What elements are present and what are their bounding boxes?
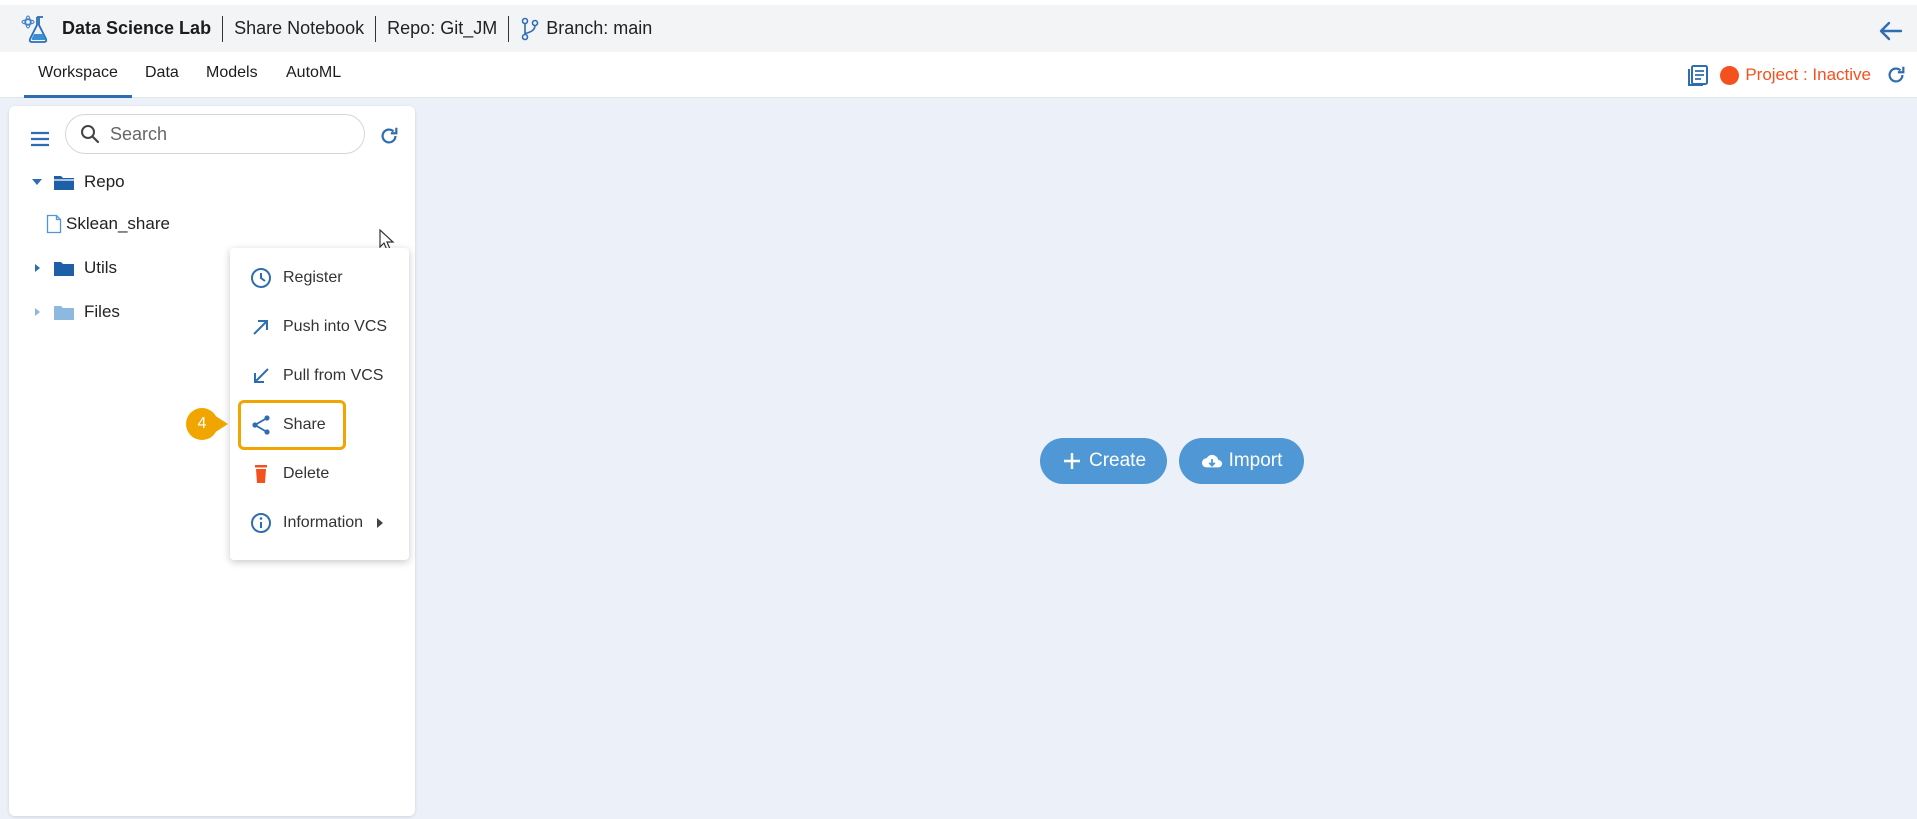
- menu-item-label: Push into VCS: [283, 318, 388, 335]
- arrow-down-left-icon: [254, 368, 269, 383]
- menu-item-label: Information: [283, 514, 364, 531]
- nav-bar: Workspace Data Models AutoML Project : I…: [0, 52, 1917, 98]
- folder-open-icon: [54, 176, 74, 190]
- tree-folder-utils[interactable]: Utils: [31, 253, 117, 283]
- notebook-name: Share Notebook: [234, 18, 365, 38]
- tree-folder-repo[interactable]: Repo: [31, 167, 125, 197]
- git-branch-icon: [521, 17, 539, 40]
- branch-name: Branch: main: [546, 18, 653, 38]
- tree-label: Files: [84, 302, 120, 321]
- menu-item-label: Delete: [283, 465, 330, 482]
- menu-item-push-vcs[interactable]: Push into VCS: [250, 312, 387, 342]
- back-arrow-icon[interactable]: [1877, 17, 1905, 45]
- share-highlight-box: [238, 400, 346, 450]
- step-badge: 4: [186, 408, 218, 440]
- create-label: Create: [1088, 450, 1147, 471]
- import-label: Import: [1228, 450, 1283, 471]
- menu-item-information[interactable]: Information: [250, 508, 385, 538]
- cloud-download-icon: [1201, 454, 1222, 468]
- menu-item-register[interactable]: Register: [250, 263, 343, 293]
- refresh-icon[interactable]: [1885, 64, 1907, 86]
- tree-folder-files[interactable]: Files: [31, 297, 120, 327]
- folder-icon: [54, 262, 74, 276]
- project-controls: Project : Inactive: [1686, 62, 1907, 88]
- caret-right-icon[interactable]: [31, 262, 43, 274]
- top-bar: Data Science Lab Share Notebook Repo: Gi…: [0, 0, 1917, 52]
- import-button[interactable]: Import: [1179, 438, 1304, 484]
- create-button[interactable]: Create: [1040, 438, 1167, 484]
- menu-item-label: Pull from VCS: [283, 367, 384, 384]
- project-status-text: Project : Inactive: [1745, 65, 1871, 84]
- info-icon: [251, 513, 271, 533]
- flask-logo-icon: [21, 15, 48, 43]
- arrow-up-right-icon: [253, 320, 268, 335]
- caret-right-icon[interactable]: [31, 306, 43, 318]
- refresh-icon[interactable]: [378, 125, 400, 147]
- tree-label: Utils: [84, 258, 118, 277]
- clock-icon: [251, 268, 271, 288]
- menu-item-delete[interactable]: Delete: [250, 459, 329, 489]
- caret-down-icon[interactable]: [31, 176, 43, 188]
- tree-file-sklean-share[interactable]: Sklean_share: [46, 209, 170, 239]
- tree-label: Repo: [84, 172, 125, 191]
- menu-item-label: Register: [283, 269, 343, 286]
- header-divider: [222, 15, 224, 42]
- folder-icon: [54, 306, 74, 320]
- tab-data[interactable]: Data: [145, 52, 179, 98]
- repo-name: Repo: Git_JM: [387, 18, 498, 38]
- header-divider: [375, 15, 377, 42]
- file-icon: [46, 214, 62, 234]
- hamburger-menu-icon[interactable]: [29, 128, 51, 150]
- header-divider: [508, 15, 510, 42]
- tree-label: Sklean_share: [66, 214, 170, 233]
- trash-icon: [255, 465, 267, 483]
- plus-icon: [1063, 453, 1080, 469]
- search-box[interactable]: [65, 114, 365, 154]
- caret-right-icon: [377, 518, 384, 528]
- search-input[interactable]: [110, 123, 340, 145]
- status-indicator: [1720, 65, 1740, 85]
- search-icon: [81, 125, 100, 144]
- menu-item-pull-vcs[interactable]: Pull from VCS: [250, 361, 383, 391]
- tab-workspace[interactable]: Workspace: [24, 52, 132, 98]
- tab-automl[interactable]: AutoML: [286, 52, 341, 98]
- app-title: Data Science Lab: [62, 18, 212, 38]
- notebook-list-icon[interactable]: [1686, 63, 1710, 87]
- tab-models[interactable]: Models: [206, 52, 258, 98]
